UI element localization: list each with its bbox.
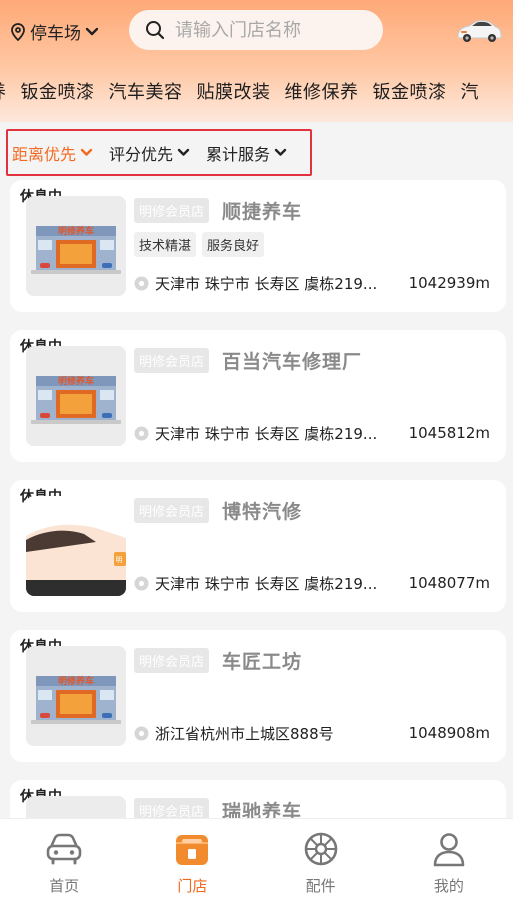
member-badge: 明修会员店 xyxy=(134,198,210,223)
feature-tag: 服务良好 xyxy=(202,232,265,257)
store-thumbnail: 明修养车 xyxy=(26,346,126,446)
store-distance: 1048077m xyxy=(408,574,490,592)
wheel-icon xyxy=(302,831,340,871)
store-address: 天津市 珠宁市 长寿区 虞栋219... xyxy=(134,573,377,594)
store-thumbnail: 明 xyxy=(26,496,126,596)
search-input[interactable] xyxy=(175,19,375,41)
store-name: 百当汽车修理厂 xyxy=(222,351,363,373)
feature-tags: 技术精湛 服务良好 xyxy=(134,232,265,257)
location-dot-icon xyxy=(134,726,149,741)
store-address-text: 天津市 珠宁市 长寿区 虞栋219... xyxy=(155,425,378,443)
store-card[interactable]: 休息中明修养车明修会员店车匠工坊浙江省杭州市上城区888号1048908m xyxy=(10,630,506,762)
category-item[interactable]: 钣金喷漆 xyxy=(373,78,447,104)
sort-option[interactable]: 评分优先 xyxy=(109,141,190,165)
store-name: 顺捷养车 xyxy=(222,201,303,223)
bottom-tab-bar: 首页 门店 配件 我的 xyxy=(0,818,513,900)
category-item[interactable]: 贴膜改装 xyxy=(197,78,271,104)
tab-wheel[interactable]: 配件 xyxy=(257,819,385,900)
store-distance: 1048908m xyxy=(408,724,490,742)
member-badge: 明修会员店 xyxy=(134,348,210,373)
svg-text:明修养车: 明修养车 xyxy=(58,375,94,387)
sort-option-label: 累计服务 xyxy=(206,144,271,164)
chevron-down-icon xyxy=(177,148,190,156)
store-card[interactable]: 休息中明修养车明修会员店顺捷养车技术精湛服务良好天津市 珠宁市 长寿区 虞栋21… xyxy=(10,180,506,312)
member-badge: 明修会员店 xyxy=(134,498,210,523)
tab-store[interactable]: 门店 xyxy=(128,819,256,900)
header: 停车场 xyxy=(0,0,513,60)
chevron-down-icon xyxy=(85,27,99,35)
store-address: 天津市 珠宁市 长寿区 虞栋219... xyxy=(134,423,377,444)
store-address-text: 天津市 珠宁市 长寿区 虞栋219... xyxy=(155,575,378,593)
location-pin-icon xyxy=(11,22,25,41)
feature-tag: 技术精湛 xyxy=(134,232,197,257)
store-name: 车匠工坊 xyxy=(222,651,303,673)
user-icon xyxy=(430,831,468,871)
sort-bar: 距离优先 评分优先 累计服务 xyxy=(6,129,312,176)
store-icon xyxy=(173,831,211,871)
location-selector[interactable]: 停车场 xyxy=(10,19,99,44)
car-icon[interactable] xyxy=(455,14,503,46)
category-item[interactable]: 汽车美容 xyxy=(109,78,183,104)
store-thumbnail: 明修养车 xyxy=(26,196,126,296)
sort-option-label: 评分优先 xyxy=(109,144,174,164)
tab-user[interactable]: 我的 xyxy=(385,819,513,900)
location-dot-icon xyxy=(134,276,149,291)
store-card[interactable]: 休息中明修养车明修会员店百当汽车修理厂天津市 珠宁市 长寿区 虞栋219...1… xyxy=(10,330,506,462)
svg-text:明: 明 xyxy=(116,556,123,564)
sort-option[interactable]: 累计服务 xyxy=(206,141,287,165)
svg-text:明修养车: 明修养车 xyxy=(58,675,94,687)
category-item[interactable]: 钣金喷漆 xyxy=(21,78,95,104)
location-dot-icon xyxy=(134,576,149,591)
chevron-down-icon xyxy=(274,148,287,156)
store-card[interactable]: 休息中明明修会员店博特汽修天津市 珠宁市 长寿区 虞栋219...1048077… xyxy=(10,480,506,612)
store-distance: 1042939m xyxy=(408,274,490,292)
store-address: 天津市 珠宁市 长寿区 虞栋219... xyxy=(134,273,377,294)
store-address-text: 天津市 珠宁市 长寿区 虞栋219... xyxy=(155,275,378,293)
store-address-text: 浙江省杭州市上城区888号 xyxy=(155,725,334,743)
tab-car-front[interactable]: 首页 xyxy=(0,819,128,900)
tab-label: 我的 xyxy=(433,877,464,895)
tab-label: 配件 xyxy=(305,877,336,895)
location-label: 停车场 xyxy=(30,24,81,44)
chevron-down-icon xyxy=(80,148,93,156)
tab-label: 首页 xyxy=(49,877,80,895)
category-scroller[interactable]: 养钣金喷漆汽车美容贴膜改装维修保养钣金喷漆汽 xyxy=(0,78,513,112)
sort-option-label: 距离优先 xyxy=(12,144,77,164)
sort-option[interactable]: 距离优先 xyxy=(12,141,93,165)
category-item[interactable]: 汽 xyxy=(461,78,480,104)
store-thumbnail: 明修养车 xyxy=(26,646,126,746)
member-badge: 明修会员店 xyxy=(134,648,210,673)
car-front-icon xyxy=(45,831,83,871)
search-box[interactable] xyxy=(129,10,383,50)
category-item[interactable]: 维修保养 xyxy=(285,78,359,104)
store-address: 浙江省杭州市上城区888号 xyxy=(134,723,334,744)
search-icon xyxy=(146,21,165,40)
store-distance: 1045812m xyxy=(408,424,490,442)
store-name: 博特汽修 xyxy=(222,501,303,523)
location-dot-icon xyxy=(134,426,149,441)
svg-text:明修养车: 明修养车 xyxy=(58,225,94,237)
category-item[interactable]: 养 xyxy=(0,78,7,104)
tab-label: 门店 xyxy=(177,877,208,895)
